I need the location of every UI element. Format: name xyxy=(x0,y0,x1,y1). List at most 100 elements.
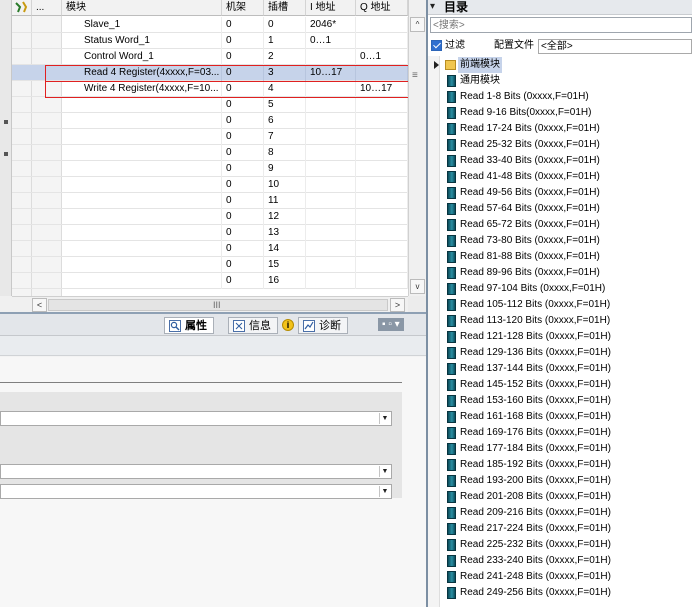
table-row[interactable]: 09 xyxy=(12,161,408,177)
column-header-i-address[interactable]: I 地址 xyxy=(306,0,356,16)
table-row[interactable]: 0 12 xyxy=(12,209,408,225)
table-row[interactable]: 05 xyxy=(12,97,408,113)
cell-rack[interactable]: 0 xyxy=(222,97,264,113)
column-header-slot[interactable]: 插槽 xyxy=(264,0,306,16)
cell-i-address[interactable] xyxy=(306,161,356,177)
cell-i-address[interactable] xyxy=(306,177,356,193)
cell-slot[interactable]: 15 xyxy=(264,257,306,273)
scroll-up-button[interactable]: ^ xyxy=(410,17,425,32)
profile-select[interactable]: <全部> xyxy=(538,39,692,54)
catalog-module-item[interactable]: Read 33-40 Bits (0xxxx,F=01H) xyxy=(428,153,692,169)
cell-module[interactable] xyxy=(62,161,222,177)
cell-rack[interactable]: 0 xyxy=(222,33,264,49)
cell-slot[interactable]: 7 xyxy=(264,129,306,145)
cell-rack[interactable]: 0 xyxy=(222,161,264,177)
catalog-module-item[interactable]: Read 1-8 Bits (0xxxx,F=01H) xyxy=(428,89,692,105)
cell-module[interactable] xyxy=(62,193,222,209)
tree-group-generic-modules[interactable]: 通用模块 xyxy=(428,73,692,89)
cell-slot[interactable]: 16 xyxy=(264,273,306,289)
cell-rack[interactable]: 0 xyxy=(222,145,264,161)
cell-rack[interactable]: 0 xyxy=(222,225,264,241)
catalog-module-item[interactable]: Read 225-232 Bits (0xxxx,F=01H) xyxy=(428,537,692,553)
cell-slot[interactable]: 6 xyxy=(264,113,306,129)
catalog-module-item[interactable]: Read 137-144 Bits (0xxxx,F=01H) xyxy=(428,361,692,377)
tree-folder-frontend-modules[interactable]: 前端模块 xyxy=(428,57,692,73)
cell-q-address[interactable] xyxy=(356,145,408,161)
cell-i-address[interactable] xyxy=(306,257,356,273)
cell-q-address[interactable] xyxy=(356,209,408,225)
catalog-module-item[interactable]: Read 17-24 Bits (0xxxx,F=01H) xyxy=(428,121,692,137)
cell-i-address[interactable] xyxy=(306,145,356,161)
cell-rack[interactable]: 0 xyxy=(222,129,264,145)
catalog-module-item[interactable]: Read 73-80 Bits (0xxxx,F=01H) xyxy=(428,233,692,249)
catalog-module-item[interactable]: Read 201-208 Bits (0xxxx,F=01H) xyxy=(428,489,692,505)
catalog-module-item[interactable]: Read 65-72 Bits (0xxxx,F=01H) xyxy=(428,217,692,233)
table-row[interactable]: 0 10 xyxy=(12,177,408,193)
scroll-right-button[interactable]: > xyxy=(390,298,405,312)
table-row[interactable]: 06 xyxy=(12,113,408,129)
cell-module[interactable] xyxy=(62,177,222,193)
cell-slot[interactable]: 11 xyxy=(264,193,306,209)
cell-i-address[interactable] xyxy=(306,225,356,241)
chevron-down-icon[interactable]: ▼ xyxy=(379,466,390,477)
scroll-side-grip[interactable]: ≡ xyxy=(412,70,418,81)
cell-rack[interactable]: 0 xyxy=(222,209,264,225)
table-vertical-scrollbar[interactable]: ^ ≡ v xyxy=(408,0,426,296)
expand-arrow-icon[interactable] xyxy=(434,61,439,69)
cell-slot[interactable]: 5 xyxy=(264,97,306,113)
catalog-module-item[interactable]: Read 81-88 Bits (0xxxx,F=01H) xyxy=(428,249,692,265)
cell-i-address[interactable] xyxy=(306,49,356,65)
cell-q-address[interactable] xyxy=(356,129,408,145)
catalog-module-item[interactable]: Read 233-240 Bits (0xxxx,F=01H) xyxy=(428,553,692,569)
collapse-arrow-icon[interactable]: ▾ xyxy=(430,0,435,14)
table-row[interactable]: Status Word_1 0 1 0…1 xyxy=(12,33,408,49)
catalog-module-item[interactable]: Read 249-256 Bits (0xxxx,F=01H) xyxy=(428,585,692,601)
catalog-module-item[interactable]: Read 169-176 Bits (0xxxx,F=01H) xyxy=(428,425,692,441)
cell-q-address[interactable] xyxy=(356,113,408,129)
cell-i-address[interactable] xyxy=(306,113,356,129)
cell-module[interactable] xyxy=(62,257,222,273)
cell-module[interactable]: Status Word_1 xyxy=(62,33,222,49)
cell-slot[interactable]: 14 xyxy=(264,241,306,257)
catalog-module-item[interactable]: Read 209-216 Bits (0xxxx,F=01H) xyxy=(428,505,692,521)
cell-rack[interactable]: 0 xyxy=(222,17,264,33)
cell-q-address[interactable] xyxy=(356,97,408,113)
column-header-icon[interactable] xyxy=(12,0,32,16)
cell-rack[interactable]: 0 xyxy=(222,241,264,257)
column-header-rack[interactable]: 机架 xyxy=(222,0,264,16)
cell-q-address[interactable]: 0…1 xyxy=(356,49,408,65)
cell-i-address[interactable]: 2046* xyxy=(306,17,356,33)
cell-module[interactable] xyxy=(62,145,222,161)
column-header-dots[interactable]: ... xyxy=(32,0,62,16)
catalog-module-item[interactable]: Read 105-112 Bits (0xxxx,F=01H) xyxy=(428,297,692,313)
catalog-module-item[interactable]: Read 217-224 Bits (0xxxx,F=01H) xyxy=(428,521,692,537)
cell-module[interactable] xyxy=(62,113,222,129)
catalog-module-item[interactable]: Read 161-168 Bits (0xxxx,F=01H) xyxy=(428,409,692,425)
cell-module[interactable]: Control Word_1 xyxy=(62,49,222,65)
cell-q-address[interactable] xyxy=(356,193,408,209)
table-row[interactable]: 0 16 xyxy=(12,273,408,289)
catalog-module-item[interactable]: Read 97-104 Bits (0xxxx,F=01H) xyxy=(428,281,692,297)
cell-rack[interactable]: 0 xyxy=(222,113,264,129)
cell-slot[interactable]: 10 xyxy=(264,177,306,193)
cell-slot[interactable]: 13 xyxy=(264,225,306,241)
table-horizontal-scrollbar[interactable]: < III > xyxy=(12,296,408,312)
table-row[interactable]: Control Word_1 0 2 0…1 xyxy=(12,49,408,65)
catalog-module-item[interactable]: Read 185-192 Bits (0xxxx,F=01H) xyxy=(428,457,692,473)
scroll-left-button[interactable]: < xyxy=(32,298,47,312)
table-row[interactable]: 0 13 xyxy=(12,225,408,241)
table-row[interactable]: 08 xyxy=(12,145,408,161)
cell-q-address[interactable] xyxy=(356,225,408,241)
table-row[interactable]: 0 11 xyxy=(12,193,408,209)
cell-module[interactable] xyxy=(62,129,222,145)
cell-i-address[interactable] xyxy=(306,97,356,113)
cell-q-address[interactable] xyxy=(356,161,408,177)
cell-slot[interactable]: 9 xyxy=(264,161,306,177)
cell-q-address[interactable] xyxy=(356,33,408,49)
inspector-combo-3[interactable]: ▼ xyxy=(0,484,392,499)
cell-rack[interactable]: 0 xyxy=(222,193,264,209)
catalog-module-item[interactable]: Read 49-56 Bits (0xxxx,F=01H) xyxy=(428,185,692,201)
cell-slot[interactable]: 2 xyxy=(264,49,306,65)
column-header-module[interactable]: 模块 xyxy=(62,0,222,16)
catalog-module-item[interactable]: Read 121-128 Bits (0xxxx,F=01H) xyxy=(428,329,692,345)
